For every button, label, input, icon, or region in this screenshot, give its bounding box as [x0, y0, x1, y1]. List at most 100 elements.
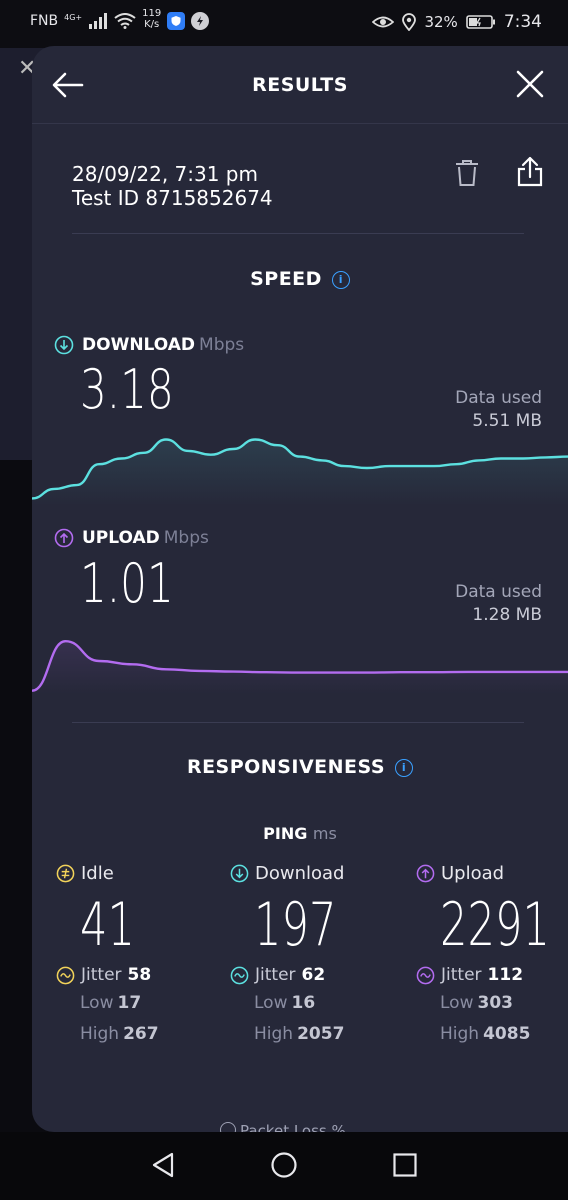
upload-jitter-value: 112: [487, 965, 524, 985]
jitter-icon: [230, 966, 249, 984]
ping-upload-label: Upload: [441, 862, 505, 884]
ping-unit: ms: [312, 824, 337, 843]
download-arrow-icon: [230, 864, 249, 882]
download-high-row: High 2057: [254, 1019, 400, 1050]
location-icon: [402, 13, 417, 31]
speed-section-title: SPEED i: [32, 268, 568, 290]
idle-jitter-row: Jitter 58: [56, 962, 226, 988]
ping-upload-value: 2291: [440, 890, 550, 960]
download-graph-area: [32, 439, 568, 506]
idle-high-value: 267: [123, 1024, 159, 1044]
download-speed-graph: [32, 438, 568, 506]
responsiveness-section-title: RESPONSIVENESS i: [32, 756, 568, 778]
download-label-row: DOWNLOAD Mbps: [54, 335, 244, 355]
download-low-label: Low: [254, 993, 288, 1013]
carrier-name: FNB: [30, 13, 59, 29]
battery-icon: [466, 15, 495, 29]
results-modal: RESULTS 28/09/22, 7:31 pm Test ID 871585…: [32, 46, 568, 1132]
download-unit: Mbps: [199, 335, 245, 355]
nav-home-button[interactable]: [269, 1150, 299, 1180]
download-low-value: 16: [291, 993, 316, 1013]
status-right: 32% 7:34: [372, 12, 542, 32]
idle-icon: [56, 864, 75, 882]
idle-jitter-label: Jitter: [81, 965, 122, 985]
idle-jitter-value: 58: [127, 965, 152, 985]
net-speed-unit: K/s: [144, 19, 160, 30]
ping-idle-column: Idle 41 Jitter 58 Low 17 High 267: [56, 860, 226, 1050]
close-icon: [516, 70, 544, 98]
network-speed: 119 K/s: [142, 8, 161, 30]
upload-arrow-icon: [416, 864, 435, 882]
shield-app-icon: [167, 12, 186, 30]
ping-download-value: 197: [254, 890, 337, 960]
upload-high-value: 4085: [483, 1024, 531, 1044]
download-jitter-row: Jitter 62: [230, 962, 400, 988]
delete-button[interactable]: [454, 158, 480, 188]
download-value: 3.18: [80, 358, 174, 421]
ping-upload-column: Upload 2291 Jitter 112 Low 303 High 4085: [416, 860, 568, 1050]
idle-low-row: Low 17: [80, 988, 226, 1019]
circle-home-icon: [271, 1152, 297, 1178]
upload-jitter-row: Jitter 112: [416, 962, 568, 988]
clock: 7:34: [503, 12, 542, 32]
jitter-icon: [56, 966, 75, 984]
test-datetime: 28/09/22, 7:31 pm: [72, 162, 258, 186]
speed-info-icon[interactable]: i: [331, 270, 350, 289]
idle-high-label: High: [80, 1024, 120, 1044]
navigation-bar: [0, 1132, 568, 1200]
results-header: RESULTS: [32, 46, 568, 124]
ping-download-label: Download: [255, 862, 345, 884]
upload-low-row: Low 303: [440, 988, 568, 1019]
square-recents-icon: [393, 1153, 417, 1177]
packet-loss-icon: [220, 1122, 236, 1132]
download-arrow-icon: [54, 335, 74, 355]
responsiveness-title-text: RESPONSIVENESS: [186, 756, 386, 778]
speed-title-text: SPEED: [250, 268, 322, 290]
ping-upload-header: Upload: [416, 860, 568, 886]
wifi-icon: [114, 13, 136, 29]
signal-icon: [89, 13, 108, 29]
ping-label: PING: [263, 824, 308, 843]
jitter-icon: [416, 966, 435, 984]
download-data-used: Data used 5.51 MB: [455, 387, 542, 433]
upload-low-label: Low: [440, 993, 474, 1013]
upload-speed-graph: [32, 639, 568, 694]
upload-data-used: Data used 1.28 MB: [455, 581, 542, 627]
upload-label-row: UPLOAD Mbps: [54, 528, 209, 548]
divider: [72, 722, 524, 723]
status-bar: FNB 4G+ 119 K/s 32% 7:34: [0, 0, 568, 48]
speedtest-app-icon: [191, 12, 210, 30]
download-jitter-value: 62: [301, 965, 326, 985]
ping-idle-header: Idle: [56, 860, 226, 886]
idle-high-row: High 267: [80, 1019, 226, 1050]
ping-download-column: Download 197 Jitter 62 Low 16 High 2057: [230, 860, 400, 1050]
download-high-value: 2057: [297, 1024, 345, 1044]
idle-low-value: 17: [117, 993, 142, 1013]
trash-icon: [456, 160, 478, 186]
upload-high-label: High: [440, 1024, 480, 1044]
upload-graph-area: [32, 641, 568, 694]
responsiveness-info-icon[interactable]: i: [395, 758, 414, 777]
ping-download-header: Download: [230, 860, 400, 886]
ping-title: PING ms: [32, 824, 568, 843]
nav-back-button[interactable]: [148, 1150, 178, 1180]
download-data-used-label: Data used: [455, 388, 542, 408]
net-speed-value: 119: [142, 8, 162, 19]
test-id: Test ID 8715852674: [72, 186, 273, 210]
nav-recents-button[interactable]: [390, 1150, 420, 1180]
packet-loss-row-partial: Packet Loss %: [220, 1122, 390, 1132]
upload-high-row: High 4085: [440, 1019, 568, 1050]
divider: [72, 233, 524, 234]
upload-data-used-label: Data used: [455, 582, 542, 602]
download-high-label: High: [254, 1024, 294, 1044]
share-button[interactable]: [516, 156, 544, 188]
network-type: 4G+: [64, 12, 83, 22]
page-title: RESULTS: [252, 74, 348, 96]
download-low-row: Low 16: [254, 988, 400, 1019]
battery-percent: 32%: [424, 13, 458, 31]
eye-comfort-icon: [372, 16, 395, 28]
close-button[interactable]: [512, 68, 548, 102]
upload-label: UPLOAD: [82, 528, 160, 548]
share-icon: [517, 156, 543, 187]
packet-loss-label: Packet Loss %: [240, 1122, 346, 1132]
